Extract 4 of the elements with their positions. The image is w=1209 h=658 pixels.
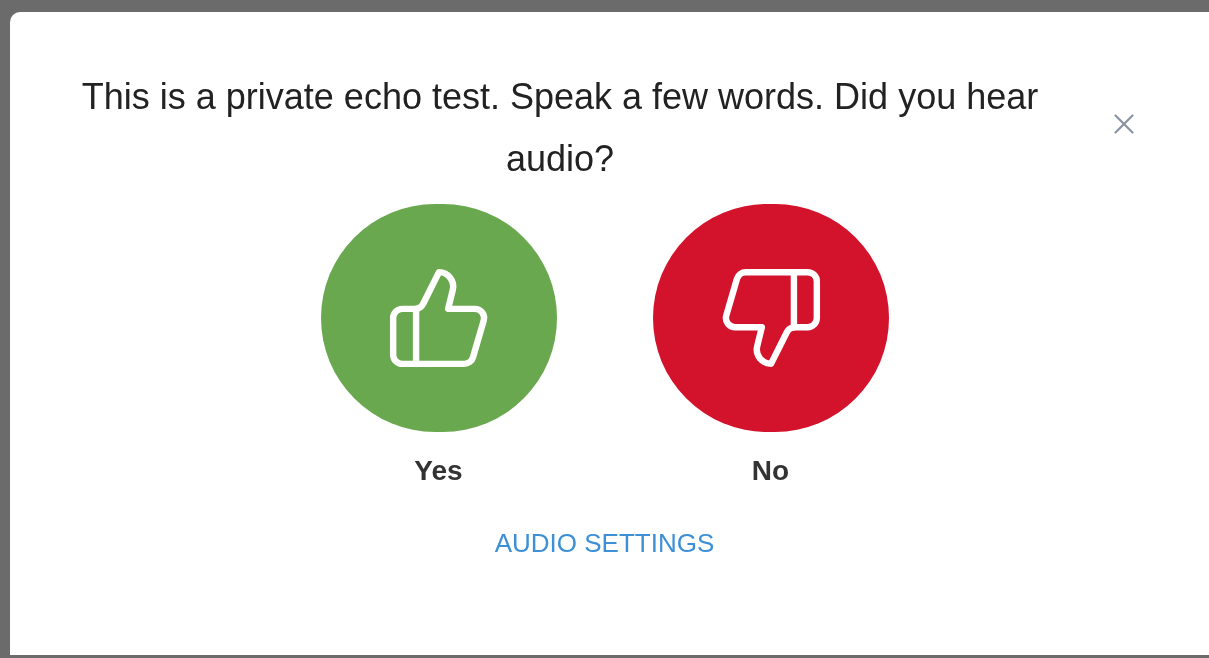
answer-label: No: [751, 454, 790, 488]
answer-label: Yes: [414, 454, 463, 488]
dialog-message: This is a private echo test. Speak a few words. Did you hear audio?: [80, 75, 1040, 181]
audio-settings-link[interactable]: AUDIO SETTINGS: [494, 524, 725, 563]
